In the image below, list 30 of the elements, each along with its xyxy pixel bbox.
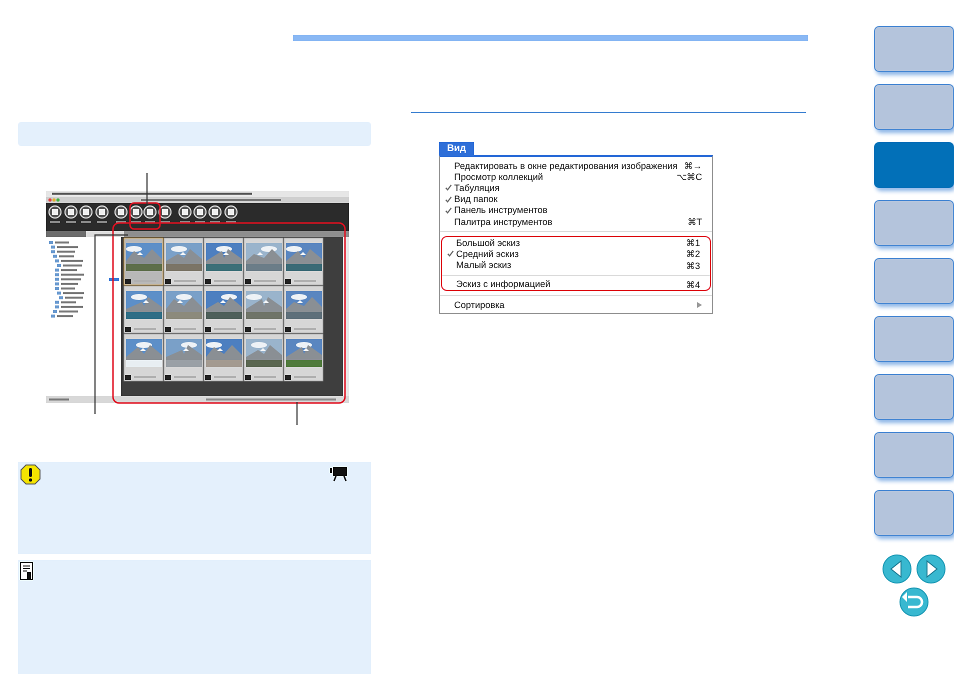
chapter-tab[interactable]: [874, 26, 954, 72]
chapter-tab[interactable]: [874, 84, 954, 130]
menu-item[interactable]: Редактировать в окне редактирования изображения ⌘→: [440, 160, 712, 172]
menu-item[interactable]: Эскиз с информацией ⌘4: [442, 278, 710, 290]
leader-line: [146, 172, 148, 204]
chapter-tab[interactable]: [874, 374, 954, 420]
menu-item[interactable]: Палитра инструментов ⌘T: [440, 216, 712, 228]
submenu-arrow-icon: [697, 302, 702, 308]
menu-item[interactable]: Просмотр коллекций ⌥⌘C: [440, 171, 712, 182]
check-icon: [446, 250, 454, 258]
chapter-tab[interactable]: [874, 200, 954, 246]
memo-icon: [20, 562, 34, 580]
leader-line: [296, 402, 298, 425]
movie-camera-icon: [330, 466, 348, 482]
menu-item[interactable]: Панель инструментов: [440, 204, 712, 216]
warning-icon: [20, 464, 41, 486]
menu-item[interactable]: Большой эскиз ⌘1: [442, 237, 710, 248]
menu-item[interactable]: Сортировка: [440, 300, 712, 312]
chapter-tab[interactable]: [874, 490, 954, 536]
menu-title[interactable]: Вид: [439, 142, 474, 155]
menu-item[interactable]: Малый эскиз ⌘3: [442, 260, 710, 271]
menu-item[interactable]: Табуляция: [440, 182, 712, 194]
menu-item[interactable]: Вид папок: [440, 194, 712, 205]
chapter-tab[interactable]: [874, 258, 954, 304]
previous-page-button[interactable]: [882, 554, 912, 584]
return-button[interactable]: [899, 587, 929, 617]
chapter-tab[interactable]: [874, 316, 954, 362]
menu-item[interactable]: Средний эскиз ⌘2: [442, 248, 710, 260]
chapter-tab[interactable]: [874, 432, 954, 478]
next-page-button[interactable]: [916, 554, 946, 584]
